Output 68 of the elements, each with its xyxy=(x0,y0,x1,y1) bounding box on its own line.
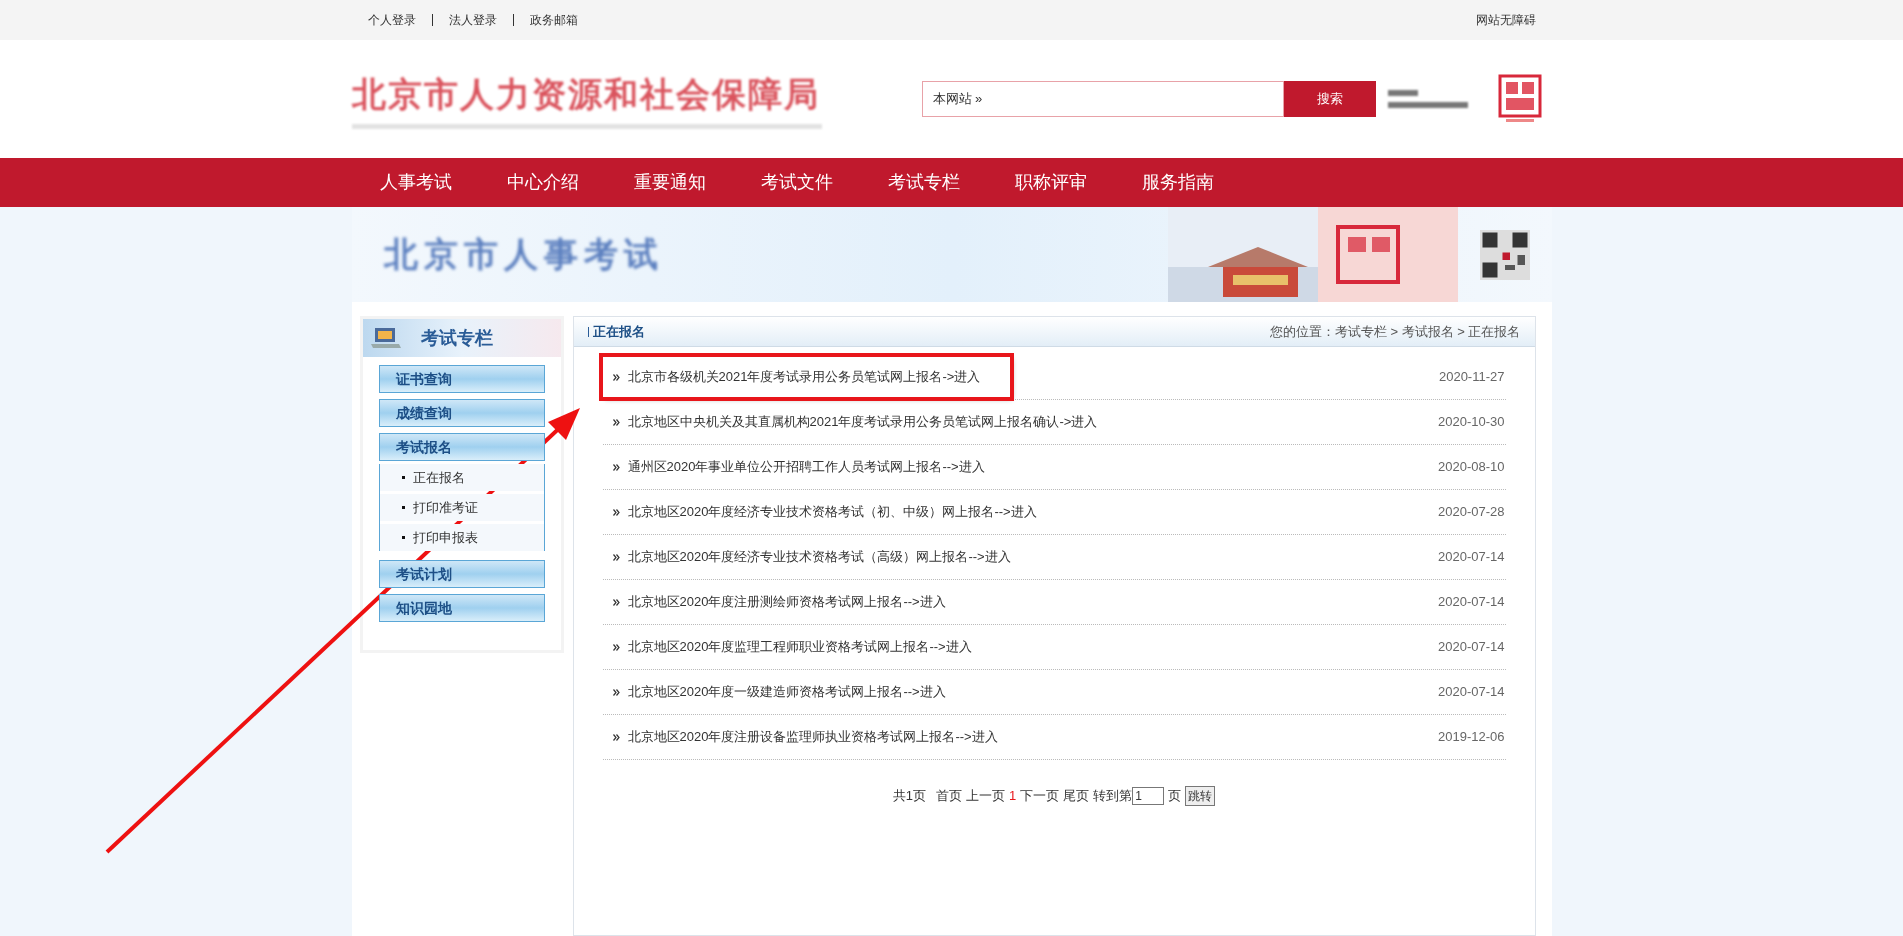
notice-link[interactable]: 北京地区2020年度注册测绘师资格考试网上报名-->进入 xyxy=(602,582,976,622)
sidebar-item[interactable]: 考试报名 xyxy=(378,433,545,461)
qr-code-icon xyxy=(1479,229,1530,280)
notice-link[interactable]: 通州区2020年事业单位公开招聘工作人员考试网上报名-->进入 xyxy=(602,447,1015,487)
notice-date: 2020-08-10 xyxy=(1438,458,1505,477)
banner-title: 北京市人事考试 xyxy=(383,234,664,275)
nav-item[interactable]: 考试专栏 xyxy=(887,169,960,196)
double-chevron-icon xyxy=(612,418,620,426)
notice-date: 2020-07-14 xyxy=(1438,638,1505,657)
nav-item[interactable]: 人事考试 xyxy=(379,169,452,196)
nav-item[interactable]: 职称评审 xyxy=(1014,169,1087,196)
current-page: 1 xyxy=(1009,787,1017,806)
sidebar-item[interactable]: 证书查询 xyxy=(378,365,545,393)
notice-link[interactable]: 北京地区2020年度注册设备监理师执业资格考试网上报名-->进入 xyxy=(602,717,1028,757)
double-chevron-icon xyxy=(612,598,620,606)
double-chevron-icon xyxy=(612,643,620,651)
logo-title: 北京市人力资源和社会保障局 xyxy=(351,74,821,115)
sidebar-subitem[interactable]: 正在报名 xyxy=(379,464,544,491)
sidebar-item[interactable]: 知识园地 xyxy=(378,594,545,622)
search-button[interactable]: 搜索 xyxy=(1283,81,1376,117)
notice-date: 2020-07-28 xyxy=(1438,503,1505,522)
nav-item[interactable]: 考试文件 xyxy=(760,169,833,196)
next-page-link[interactable]: 下一页 xyxy=(1020,786,1060,806)
notice-date: 2020-07-14 xyxy=(1438,683,1505,702)
nav-item[interactable]: 中心介绍 xyxy=(506,169,579,196)
notice-date: 2020-07-14 xyxy=(1438,593,1505,612)
top-link[interactable]: 政务邮箱 xyxy=(529,11,578,29)
double-chevron-icon xyxy=(612,463,620,471)
sidebar-subitem[interactable]: 打印准考证 xyxy=(379,494,544,521)
notice-link[interactable]: 北京地区2020年度经济专业技术资格考试（初、中级）网上报名-->进入 xyxy=(602,492,1067,532)
notice-date: 2020-10-30 xyxy=(1438,413,1505,432)
double-chevron-icon xyxy=(612,688,620,696)
nav-item[interactable]: 重要通知 xyxy=(633,169,706,196)
notice-link[interactable]: 北京市各级机关2021年度考试录用公务员笔试网上报名->进入 xyxy=(602,357,1011,397)
first-page-link[interactable]: 首页 xyxy=(936,786,962,806)
section-title: 正在报名 xyxy=(592,322,645,341)
double-chevron-icon xyxy=(612,373,620,381)
blurred-link[interactable] xyxy=(1387,90,1418,96)
jump-button[interactable]: 跳转 xyxy=(1185,786,1216,806)
goto-label: 转到第 xyxy=(1093,787,1133,806)
notice-date: 2019-12-06 xyxy=(1438,728,1505,747)
seal-icon xyxy=(1497,74,1542,124)
double-chevron-icon xyxy=(612,508,620,516)
nav-item[interactable]: 服务指南 xyxy=(1141,169,1214,196)
top-link[interactable]: 法人登录 xyxy=(448,11,497,29)
sidebar-item[interactable]: 成绩查询 xyxy=(378,399,545,427)
blurred-link[interactable] xyxy=(1387,102,1468,108)
notice-link[interactable]: 北京地区2020年度一级建造师资格考试网上报名-->进入 xyxy=(602,672,976,712)
laptop-icon xyxy=(370,326,401,350)
notice-link[interactable]: 北京地区2020年度监理工程师职业资格考试网上报名-->进入 xyxy=(602,627,1002,667)
double-chevron-icon xyxy=(612,553,620,561)
notice-date: 2020-07-14 xyxy=(1438,548,1505,567)
sidebar-item[interactable]: 考试计划 xyxy=(378,560,545,588)
prev-page-link[interactable]: 上一页 xyxy=(966,786,1005,806)
page-unit: 页 xyxy=(1168,787,1182,806)
last-page-link[interactable]: 尾页 xyxy=(1063,786,1090,806)
accessibility-link[interactable]: 网站无障碍 xyxy=(1475,11,1536,29)
page-total: 共1页 xyxy=(892,787,926,806)
notice-link[interactable]: 北京地区中央机关及其直属机构2021年度考试录用公务员笔试网上报名确认->进入 xyxy=(602,402,1128,442)
sidebar-title: 考试专栏 xyxy=(420,326,493,350)
breadcrumb: 您的位置：考试专栏 > 考试报名 > 正在报名 xyxy=(1269,322,1521,341)
page-input[interactable]: 1 xyxy=(1132,787,1165,805)
notice-link[interactable]: 北京地区2020年度经济专业技术资格考试（高级）网上报名-->进入 xyxy=(602,537,1041,577)
top-link[interactable]: 个人登录 xyxy=(367,11,416,29)
notice-date: 2020-11-27 xyxy=(1438,368,1505,387)
sidebar-subitem[interactable]: 打印申报表 xyxy=(379,524,544,551)
search-field[interactable]: 本网站 » xyxy=(921,81,1284,117)
double-chevron-icon xyxy=(612,733,620,741)
